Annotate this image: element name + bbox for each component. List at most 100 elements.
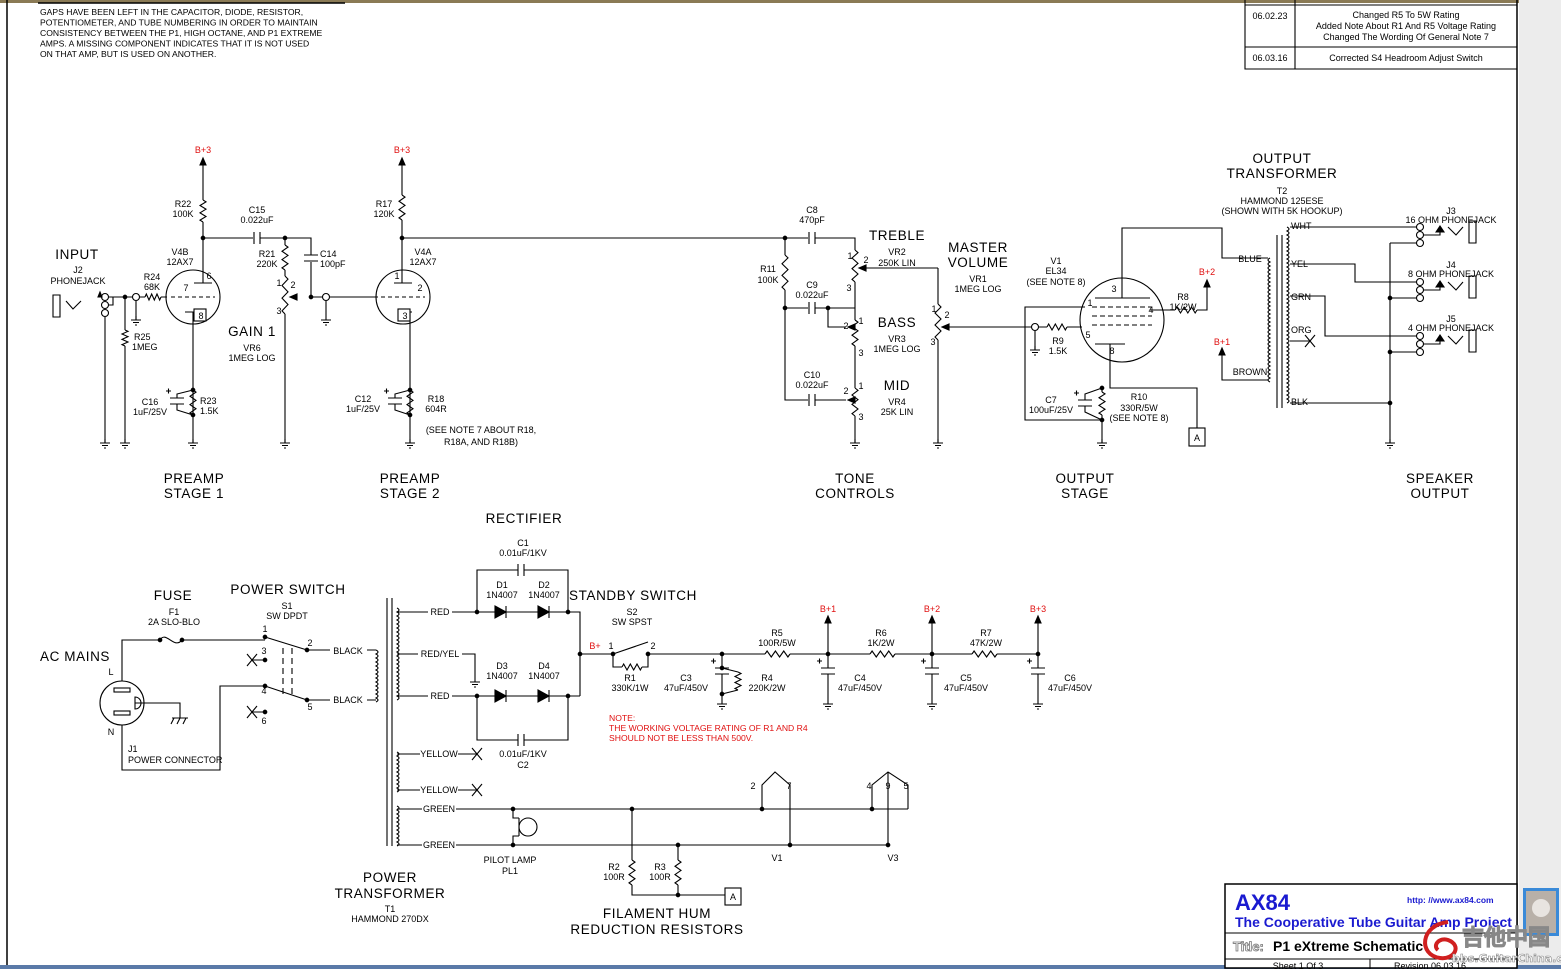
wire-label: GREEN [423, 804, 455, 814]
jack-tip-icon [1447, 335, 1464, 345]
c8-label: C8 [806, 205, 818, 215]
r18-label: R18 [428, 394, 445, 404]
junction-dot [825, 651, 831, 657]
resistor-icon [781, 254, 789, 291]
junction-dot [645, 651, 651, 657]
revision-date: 06.03.16 [1252, 53, 1287, 63]
r21-label: R21 [259, 249, 276, 259]
terminal-icon [1415, 238, 1425, 248]
supply-arrow-icon [928, 614, 936, 624]
wire-label: BLUE [1238, 254, 1262, 264]
j1-label: J1 [128, 744, 138, 754]
capacitor-icon [808, 302, 816, 314]
note-line: CONSISTENCY BETWEEN THE P1, HIGH OCTANE,… [40, 28, 322, 38]
primary-coil-icon [1267, 257, 1272, 383]
supply-arrow-icon [1218, 346, 1226, 356]
capacitor-icon [1078, 399, 1092, 407]
resistor-icon [198, 199, 208, 223]
ground-icon [1097, 439, 1107, 449]
pin-number: 5 [1085, 330, 1090, 340]
ground-icon [100, 439, 110, 449]
pin-number: 1 [276, 278, 281, 288]
resistor-icon [764, 650, 791, 658]
r24-label: R24 [144, 272, 161, 282]
j2-label: J2 [73, 265, 83, 275]
mains-pin-l: L [108, 667, 113, 677]
section-label: OUTPUT [1410, 486, 1469, 501]
red-note: NOTE: [609, 713, 635, 723]
ax84-logo: AX84 [1235, 890, 1291, 915]
resistor-icon [971, 650, 998, 658]
pin-number: 3 [261, 646, 266, 656]
title-caption: Title: [1233, 939, 1264, 954]
wire-label: YELLOW [420, 749, 458, 759]
s1-label: S1 [281, 601, 292, 611]
d4-label: 1N4007 [528, 671, 560, 681]
r18-note: R18A, AND R18B) [444, 437, 518, 447]
c6-label: 47uF/450V [1048, 683, 1092, 693]
pin-number: 2 [290, 280, 295, 290]
wire-label: GREEN [423, 840, 455, 850]
website-link[interactable]: http: //www.ax84.com [1407, 895, 1494, 905]
resistor-icon [1097, 391, 1107, 416]
jack-sleeve-icon [52, 294, 61, 318]
vr2-label: VR2 [888, 247, 906, 257]
pin-number: 3 [276, 306, 281, 316]
junction-dot [719, 691, 725, 697]
r9-label: 1.5K [1049, 346, 1068, 356]
ground-icon [405, 439, 415, 449]
primary-coil-icon [374, 649, 379, 703]
junction-dot [308, 294, 314, 300]
d3-label: D3 [496, 661, 508, 671]
v1-label: (SEE NOTE 8) [1026, 277, 1085, 287]
r10-label: R10 [1131, 392, 1148, 402]
r22-label: 100K [172, 209, 193, 219]
jack-switch-icon [97, 290, 103, 298]
terminal-icon [321, 292, 331, 302]
junction-dot [577, 651, 583, 657]
power-transformer-label: POWER [363, 870, 417, 885]
resistor-icon [398, 194, 406, 221]
treble-label: TREBLE [869, 228, 925, 243]
c5-label: 47uF/450V [944, 683, 988, 693]
j2-label: PHONEJACK [50, 276, 105, 286]
wire-label: RED/YEL [421, 649, 460, 659]
master-label: VOLUME [948, 255, 1009, 270]
r23-label: 1.5K [200, 406, 219, 416]
revision-change: Added Note About R1 And R5 Voltage Ratin… [1316, 21, 1496, 31]
c16-label: 1uF/25V [133, 407, 167, 417]
mid-label: MID [884, 378, 911, 393]
c3-label: 47uF/450V [664, 683, 708, 693]
power-transformer-label: TRANSFORMER [335, 886, 446, 901]
r18-label: 604R [425, 404, 447, 414]
junction-dot [565, 609, 571, 615]
filament-label: FILAMENT HUM [603, 906, 711, 921]
junction-dot [929, 651, 935, 657]
r11-label: 100K [757, 275, 778, 285]
f1-label: 2A SLO-BLO [148, 617, 200, 627]
filament-label: REDUCTION RESISTORS [570, 922, 743, 937]
v4b-label: V4B [171, 247, 188, 257]
c16-label: C16 [142, 397, 159, 407]
section-label: OUTPUT [1055, 471, 1114, 486]
vr3-label: 1MEG LOG [873, 344, 920, 354]
capacitor-icon [517, 734, 525, 746]
wiper-arrow-icon [846, 396, 856, 404]
master-label: MASTER [948, 240, 1008, 255]
jack-sleeve-icon [1468, 329, 1477, 353]
junction-dot [282, 235, 288, 241]
vr2-label: 250K LIN [878, 258, 916, 268]
r4-label: 220K/2W [748, 683, 786, 693]
capacitor-icon [304, 254, 318, 262]
pin-number: 2 [944, 310, 949, 320]
ground-icon [717, 700, 727, 710]
r22-label: R22 [175, 199, 192, 209]
socket-pin-l [113, 687, 131, 693]
c4-label: C4 [854, 673, 866, 683]
pin-number: 6 [261, 716, 266, 726]
terminal-icon [1415, 347, 1425, 357]
revision-change: Corrected S4 Headroom Adjust Switch [1329, 53, 1483, 63]
r2-label: R2 [608, 862, 620, 872]
junction-dot [719, 651, 725, 657]
junction-dot [825, 305, 831, 311]
